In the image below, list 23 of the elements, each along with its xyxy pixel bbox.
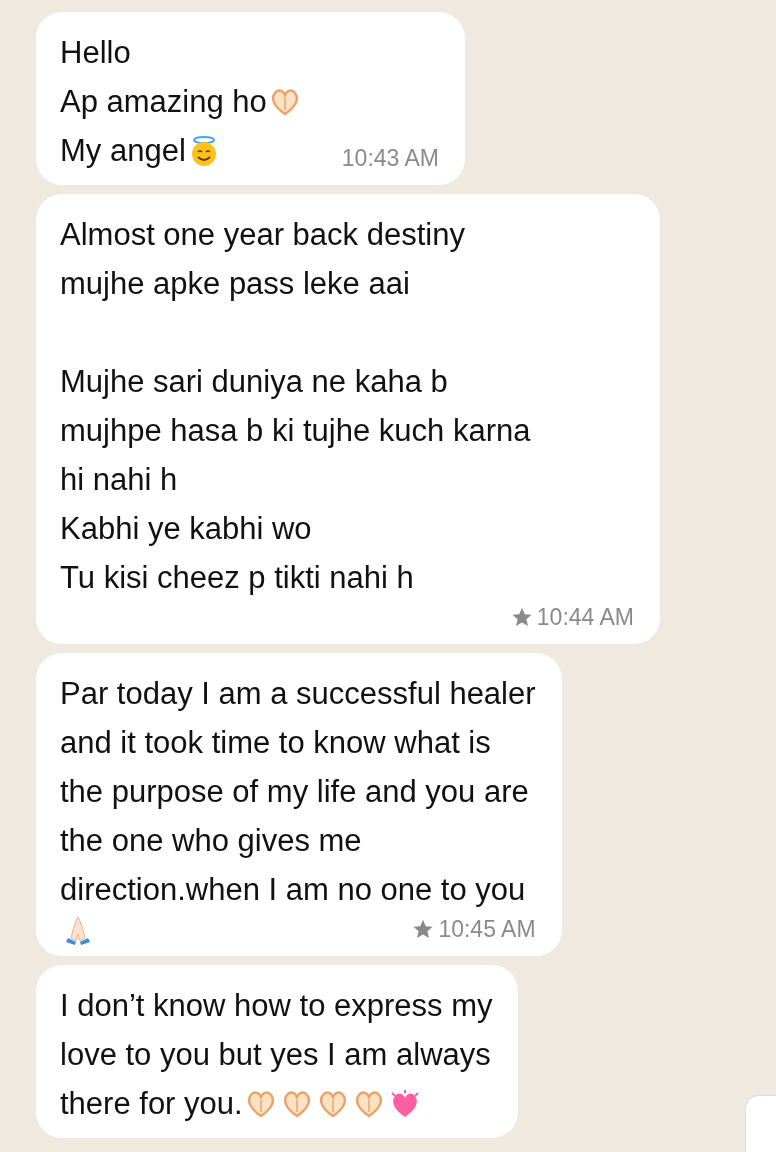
message-text: hi nahi h: [60, 461, 178, 499]
message-text: and it took time to know what is: [60, 724, 491, 762]
message-text: the one who gives me: [60, 822, 362, 860]
beating-heart-icon: [388, 1087, 421, 1120]
message-text: mujhpe hasa b ki tujhe kuch karna: [60, 412, 531, 450]
message-text: Hello: [60, 34, 131, 72]
message-text: direction.when I am no one to you: [60, 871, 526, 909]
message-text: mujhe apke pass leke aai: [60, 265, 410, 303]
message-text: Almost one year back destiny: [60, 216, 465, 254]
message-text: Mujhe sari duniya ne kaha b: [60, 363, 448, 401]
message-text: Par today I am a successful healer: [60, 675, 536, 713]
message-text: I don’t know how to express my: [60, 987, 493, 1025]
message-text: there for you.: [60, 1085, 243, 1123]
message-text: love to you but yes I am always: [60, 1036, 491, 1074]
message-text: Ap amazing ho: [60, 83, 267, 121]
message-text: the purpose of my life and you are: [60, 773, 529, 811]
message-time: 10:44 AM: [536, 603, 634, 632]
message-text: My angel: [60, 132, 186, 170]
message-time: 10:43 AM: [341, 144, 439, 173]
message-text: Kabhi ye kabhi wo: [60, 510, 312, 548]
message-time: 10:45 AM: [438, 915, 536, 944]
message-text: Tu kisi cheez p tikti nahi h: [60, 559, 414, 597]
scroll-button[interactable]: [745, 1095, 776, 1152]
